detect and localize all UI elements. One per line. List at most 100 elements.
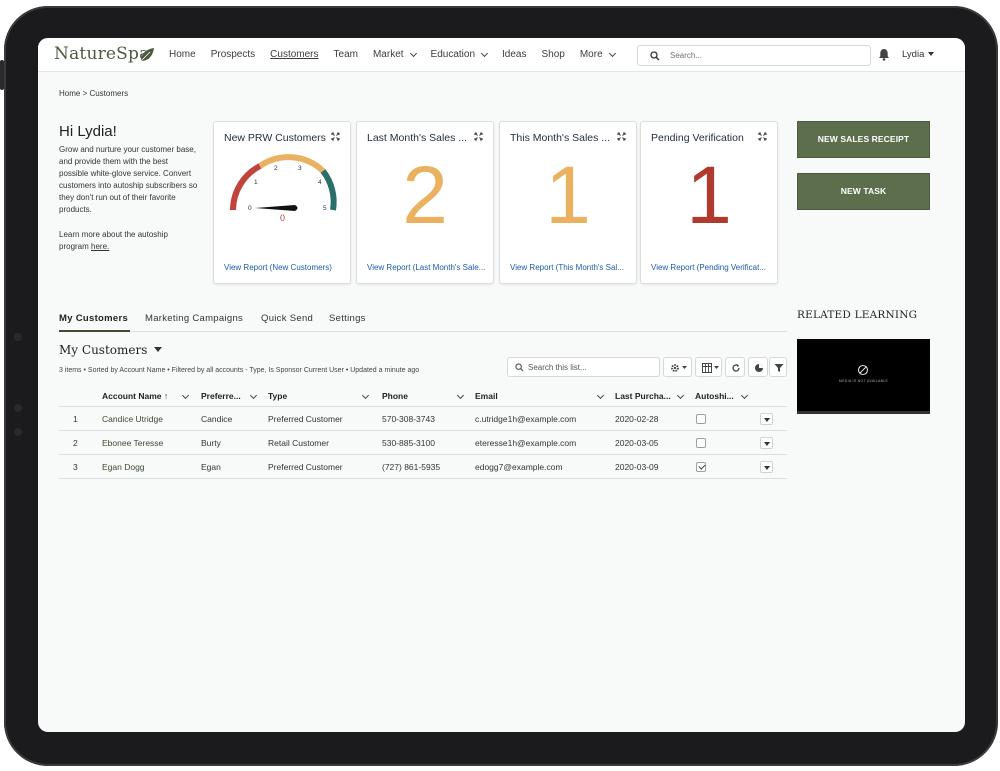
- preferred-name: Burty: [201, 438, 221, 448]
- global-search-input[interactable]: Search...: [637, 45, 871, 66]
- tab-my-customers[interactable]: My Customers: [59, 313, 128, 324]
- table-row[interactable]: 3 Egan Dogg Egan Preferred Customer (727…: [59, 455, 787, 479]
- tab-settings[interactable]: Settings: [329, 313, 366, 324]
- card-title: Pending Verification: [651, 132, 744, 144]
- column-header-autoship[interactable]: Autoshi...: [695, 391, 734, 401]
- autoship-checkbox[interactable]: [696, 462, 706, 472]
- chevron-down-icon[interactable]: [676, 391, 685, 400]
- column-header-type[interactable]: Type: [268, 391, 287, 401]
- table-row[interactable]: 1 Candice Utridge Candice Preferred Cust…: [59, 407, 787, 431]
- nav-team[interactable]: Team: [334, 49, 358, 60]
- row-actions-button[interactable]: [760, 437, 773, 449]
- expand-icon[interactable]: [474, 132, 483, 141]
- bell-icon[interactable]: [878, 48, 890, 61]
- gauge-value: 0: [280, 213, 285, 223]
- nav-label: Ideas: [502, 49, 527, 60]
- account-name-link[interactable]: Ebonee Teresse: [102, 438, 163, 448]
- chevron-down-icon[interactable]: [361, 391, 370, 400]
- tab-marketing-campaigns[interactable]: Marketing Campaigns: [145, 313, 243, 324]
- last-purchase: 2020-02-28: [615, 414, 659, 424]
- table-icon: [702, 363, 712, 373]
- learn-more-text: Learn more about the autoship program: [59, 230, 168, 252]
- chevron-down-icon: [480, 49, 489, 57]
- account-name-link[interactable]: Candice Utridge: [102, 414, 163, 424]
- chevron-down-icon[interactable]: [596, 391, 605, 400]
- list-meta: 3 items • Sorted by Account Name • Filte…: [59, 367, 420, 374]
- chevron-down-icon[interactable]: [181, 391, 190, 400]
- list-view-selector[interactable]: My Customers: [59, 343, 163, 357]
- nav-label: Market: [372, 49, 404, 60]
- gauge-band-orange: [258, 154, 326, 174]
- chevron-down-icon[interactable]: [249, 391, 258, 400]
- search-icon: [515, 363, 524, 372]
- gauge-chart: 0 1 2 3 4 5 0: [230, 154, 337, 223]
- column-header-last-purchase[interactable]: Last Purcha...: [615, 391, 671, 401]
- row-actions-button[interactable]: [760, 461, 773, 473]
- list-settings-button[interactable]: [663, 357, 692, 377]
- brand-logo[interactable]: NatureSpa: [54, 44, 149, 64]
- email: c.utridge1h@example.com: [475, 414, 577, 424]
- nav-label: More: [579, 49, 603, 60]
- card-new-prw-customers: New PRW Customers 0 1 2 3 4 5 0 View Rep…: [213, 121, 351, 284]
- chevron-down-icon[interactable]: [740, 391, 749, 400]
- display-as-button[interactable]: [695, 357, 722, 377]
- nav-label: Team: [333, 49, 358, 60]
- nav-market[interactable]: Market: [372, 49, 417, 60]
- row-actions-button[interactable]: [760, 413, 773, 425]
- gauge-band-red: [230, 163, 262, 211]
- nav-education[interactable]: Education: [431, 49, 489, 60]
- search-placeholder: Search...: [670, 51, 703, 60]
- nav-shop[interactable]: Shop: [541, 49, 564, 60]
- expand-icon[interactable]: [331, 132, 340, 141]
- column-header-account-name[interactable]: Account Name ↑: [102, 391, 168, 401]
- customer-type: Retail Customer: [268, 438, 329, 448]
- list-search-input[interactable]: Search this list...: [507, 357, 660, 377]
- nav-prospects[interactable]: Prospects: [211, 49, 255, 60]
- card-metric-value: 1: [545, 150, 591, 241]
- chevron-down-icon[interactable]: [456, 391, 465, 400]
- learn-more-link[interactable]: here.: [91, 242, 109, 251]
- filter-button[interactable]: [769, 357, 787, 377]
- view-report-link[interactable]: View Report (Pending Verificat...: [651, 263, 771, 272]
- view-report-link[interactable]: View Report (This Month's Sal...: [510, 263, 630, 272]
- gauge-tick: 5: [323, 205, 327, 212]
- card-title: Last Month's Sales ...: [367, 132, 468, 144]
- list-search-placeholder: Search this list...: [528, 363, 587, 372]
- card-pending-verification: Pending Verification 1 View Report (Pend…: [640, 121, 778, 284]
- column-header-email[interactable]: Email: [475, 391, 498, 401]
- nav-more[interactable]: More: [579, 49, 616, 60]
- account-name-link[interactable]: Egan Dogg: [102, 462, 145, 472]
- table-row[interactable]: 2 Ebonee Teresse Burty Retail Customer 5…: [59, 431, 787, 455]
- autoship-checkbox[interactable]: [696, 438, 706, 448]
- search-icon: [650, 51, 660, 61]
- tab-quick-send[interactable]: Quick Send: [261, 313, 313, 324]
- phone: (727) 861-5935: [382, 462, 441, 472]
- nav-label: Customers: [270, 49, 319, 60]
- view-report-link[interactable]: View Report (New Customers): [224, 263, 344, 272]
- gauge-tick: 2: [274, 165, 278, 172]
- view-report-link[interactable]: View Report (Last Month's Sale...: [367, 263, 487, 272]
- new-sales-receipt-button[interactable]: NEW SALES RECEIPT: [797, 121, 930, 158]
- expand-icon[interactable]: [758, 132, 767, 141]
- user-menu[interactable]: Lydia: [902, 49, 935, 60]
- chevron-down-icon: [608, 49, 616, 57]
- card-metric-value: 1: [686, 150, 732, 241]
- column-header-preferred[interactable]: Preferre...: [201, 391, 241, 401]
- new-task-button[interactable]: NEW TASK: [797, 173, 930, 210]
- nav-ideas[interactable]: Ideas: [502, 49, 526, 60]
- video-status-text: MEDIA IS NOT AVAILABLE: [838, 379, 889, 383]
- intro-text: Grow and nurture your customer base, and…: [59, 145, 198, 215]
- phone: 570-308-3743: [382, 414, 435, 424]
- column-header-phone[interactable]: Phone: [382, 391, 408, 401]
- active-tab-indicator: [59, 330, 130, 332]
- tablet-side-button: [0, 60, 4, 90]
- learning-video-player[interactable]: MEDIA IS NOT AVAILABLE: [797, 339, 930, 414]
- nav-customers[interactable]: Customers: [270, 49, 318, 60]
- nav-home[interactable]: Home: [169, 49, 196, 60]
- card-title: This Month's Sales ...: [510, 132, 611, 144]
- autoship-checkbox[interactable]: [696, 414, 706, 424]
- expand-icon[interactable]: [617, 132, 626, 141]
- video-progress-bar[interactable]: [797, 411, 930, 414]
- refresh-button[interactable]: [725, 357, 745, 377]
- charts-button[interactable]: [748, 357, 768, 377]
